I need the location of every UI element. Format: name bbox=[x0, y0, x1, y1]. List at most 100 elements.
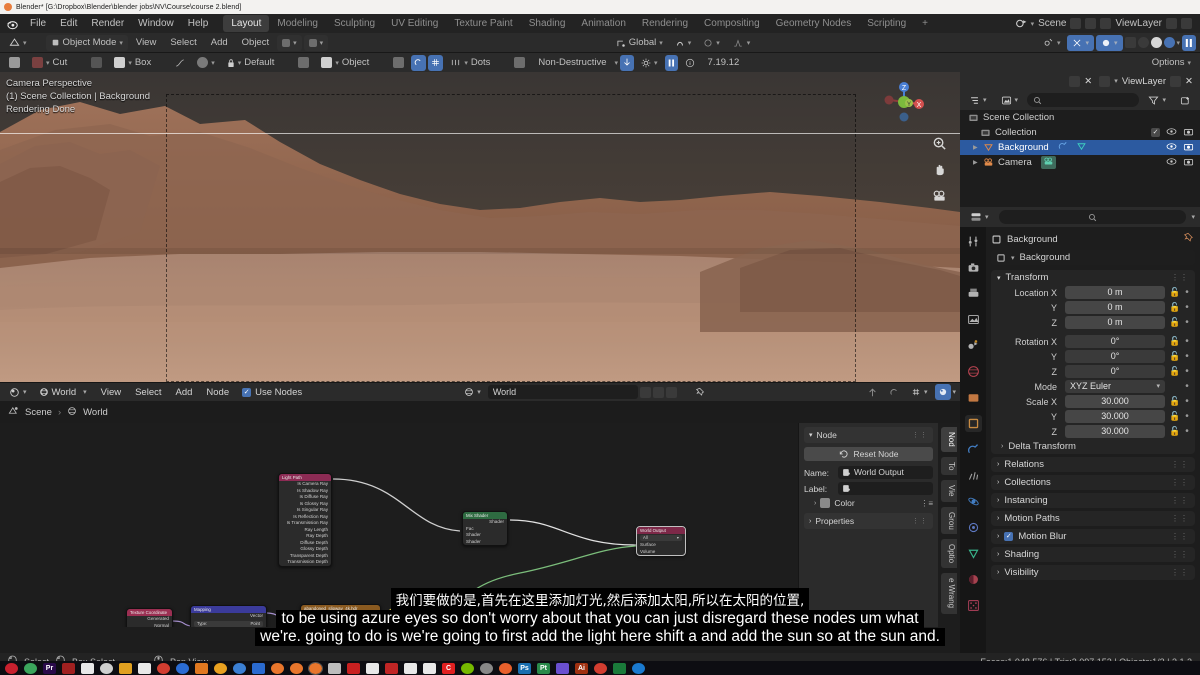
scale-y-value[interactable]: 30.000 bbox=[1065, 410, 1165, 423]
delta-transform-subpanel[interactable]: › Delta Transform bbox=[991, 439, 1195, 454]
world-datablock-icon[interactable]: ▾ bbox=[459, 384, 486, 400]
collections-panel[interactable]: › Collections ⋮⋮ bbox=[991, 475, 1195, 490]
outliner-row-collection[interactable]: Collection ✓ bbox=[960, 125, 1200, 140]
node-background-1[interactable]: Background Background Color Strength 1.0… bbox=[400, 591, 451, 621]
new-world-icon[interactable] bbox=[652, 386, 664, 398]
workspace-tab-modeling[interactable]: Modeling bbox=[269, 15, 326, 32]
chrome-icon[interactable] bbox=[214, 662, 227, 674]
node-strength-field[interactable]: Strength 1.000 bbox=[404, 613, 447, 619]
close-icon[interactable]: ✕ bbox=[1084, 75, 1096, 87]
pin-icon[interactable] bbox=[1184, 232, 1195, 246]
node-output[interactable]: Vector bbox=[191, 613, 266, 620]
vlc-icon[interactable] bbox=[195, 662, 208, 674]
menu-window[interactable]: Window bbox=[131, 14, 181, 33]
animate-dot-icon[interactable]: • bbox=[1183, 426, 1191, 437]
workspace-tab-compositing[interactable]: Compositing bbox=[696, 15, 768, 32]
pause-toggle-icon[interactable] bbox=[664, 54, 678, 71]
hide-in-viewport-icon[interactable] bbox=[1166, 127, 1177, 139]
outliner-row-camera[interactable]: ▶ Camera bbox=[960, 155, 1200, 170]
browser-icon[interactable] bbox=[100, 662, 113, 674]
cursor-tool-icon[interactable] bbox=[293, 55, 314, 71]
acrobat-icon[interactable] bbox=[347, 662, 360, 674]
shader-menu-node[interactable]: Node bbox=[200, 387, 235, 398]
visibility-panel-header[interactable]: › Visibility ⋮⋮ bbox=[991, 565, 1195, 580]
disable-in-render-icon[interactable] bbox=[1183, 157, 1194, 169]
outliner-search-input[interactable] bbox=[1027, 93, 1140, 107]
node-world-output[interactable]: World Output All ▾ Surface Volume bbox=[636, 526, 686, 556]
shading-material-icon[interactable] bbox=[1150, 37, 1162, 48]
snap-node-icon[interactable] bbox=[884, 384, 904, 400]
grid-snap-icon[interactable] bbox=[428, 54, 444, 71]
camera-icon[interactable] bbox=[930, 186, 948, 204]
breadcrumb-scene-label[interactable]: Scene bbox=[25, 407, 52, 418]
app-blue-icon[interactable] bbox=[252, 662, 265, 674]
animate-dot-icon[interactable]: • bbox=[1183, 317, 1191, 328]
properties-tab-world[interactable] bbox=[965, 363, 982, 380]
annotate-icon[interactable] bbox=[411, 54, 427, 71]
animate-dot-icon[interactable]: • bbox=[1183, 302, 1191, 313]
lock-icon[interactable]: 🔓 bbox=[1169, 411, 1180, 422]
visibility-selector-icon[interactable]: ▾ bbox=[1038, 35, 1066, 51]
zbrush-icon[interactable] bbox=[328, 662, 341, 674]
shader-menu-view[interactable]: View bbox=[95, 387, 127, 398]
nondestructive-label[interactable]: Non-Destructive bbox=[532, 57, 612, 68]
lock-icon[interactable]: 🔓 bbox=[1169, 317, 1180, 328]
app-red-icon[interactable] bbox=[385, 662, 398, 674]
node-output[interactable]: Normal bbox=[127, 623, 172, 628]
opera-icon[interactable] bbox=[5, 662, 18, 674]
node-texture-coordinate[interactable]: Texture Coordinate Generated Normal UV O… bbox=[126, 608, 173, 627]
object-mode-selector[interactable]: Object Mode ▾ bbox=[45, 34, 128, 51]
unlink-world-icon[interactable] bbox=[665, 386, 677, 398]
quixel-icon[interactable] bbox=[480, 662, 493, 674]
workspace-tab-shading[interactable]: Shading bbox=[521, 15, 574, 32]
rotation-y-value[interactable]: 0° bbox=[1065, 350, 1165, 363]
doc4-icon[interactable] bbox=[423, 662, 436, 674]
snap-toggle-icon[interactable]: ▾ bbox=[303, 34, 329, 51]
world-name-field[interactable]: World bbox=[487, 385, 638, 399]
workspace-tab-geometry-nodes[interactable]: Geometry Nodes bbox=[768, 15, 860, 32]
dots-display-selector[interactable]: ▾ Dots bbox=[445, 55, 495, 71]
shader-editor-type-icon[interactable]: ▾ bbox=[4, 384, 32, 400]
zoom-icon[interactable] bbox=[930, 134, 948, 152]
animate-dot-icon[interactable]: • bbox=[1183, 381, 1191, 392]
object-selector[interactable]: ▾ Object bbox=[316, 55, 374, 71]
lock-icon[interactable]: 🔓 bbox=[1169, 396, 1180, 407]
disable-in-render-icon[interactable] bbox=[1183, 127, 1194, 139]
pt-icon[interactable]: Pt bbox=[537, 662, 550, 674]
box-mode-selector[interactable]: ▾ Box bbox=[109, 55, 156, 71]
cut-mode-selector[interactable]: ▾ Cut bbox=[27, 55, 72, 71]
motion-blur-panel[interactable]: › ✓ Motion Blur ⋮⋮ bbox=[991, 529, 1195, 544]
proportional-edit-icon[interactable]: ▾ bbox=[698, 35, 725, 51]
new-viewlayer-button[interactable] bbox=[1170, 75, 1181, 87]
node-input[interactable]: Volume bbox=[637, 549, 685, 556]
apply-down-icon[interactable] bbox=[620, 54, 635, 71]
shader-type-selector[interactable]: World bbox=[34, 384, 82, 400]
viewport-menu-view[interactable]: View bbox=[130, 37, 162, 48]
doc-icon[interactable] bbox=[81, 662, 94, 674]
properties-tab-output[interactable] bbox=[965, 285, 982, 302]
location-x-value[interactable]: 0 m bbox=[1065, 286, 1165, 299]
editor-type-icon[interactable]: ▾ bbox=[4, 35, 32, 51]
messenger-icon[interactable] bbox=[233, 662, 246, 674]
photoshop-icon[interactable]: Ps bbox=[518, 662, 531, 674]
lock-icon[interactable]: ▾ Default bbox=[222, 55, 280, 71]
node-environment-texture[interactable]: abandoned_slipway_4k.hdr Color abandoned… bbox=[300, 604, 381, 627]
node-tab-node[interactable]: Nod bbox=[941, 427, 957, 452]
panel-grip-icon[interactable]: ⋮⋮ bbox=[1171, 496, 1189, 505]
display-mode-icon[interactable]: ▾ bbox=[964, 92, 992, 108]
properties-tab-particles[interactable] bbox=[965, 467, 982, 484]
node-interpolation-dropdown[interactable]: Linear▾ bbox=[304, 626, 377, 627]
nvidia-icon[interactable] bbox=[461, 662, 474, 674]
node-mix-shader[interactable]: Mix Shader Shader Fac Shader Shader bbox=[462, 511, 508, 546]
blender-logo-icon[interactable] bbox=[4, 16, 19, 31]
hide-in-viewport-icon[interactable] bbox=[1166, 142, 1177, 154]
folder-icon[interactable] bbox=[119, 662, 132, 674]
node-tab-view[interactable]: Vie bbox=[941, 480, 957, 502]
viewport-menu-object[interactable]: Object bbox=[236, 37, 275, 48]
viewport-menu-select[interactable]: Select bbox=[164, 37, 202, 48]
excel-icon[interactable] bbox=[613, 662, 626, 674]
properties-editor-type-icon[interactable]: ▾ bbox=[965, 209, 994, 225]
properties-tab-object[interactable] bbox=[964, 415, 982, 432]
node-color-row[interactable]: › Color ⋮≡ bbox=[804, 498, 933, 508]
lock-icon[interactable]: 🔓 bbox=[1169, 351, 1180, 362]
